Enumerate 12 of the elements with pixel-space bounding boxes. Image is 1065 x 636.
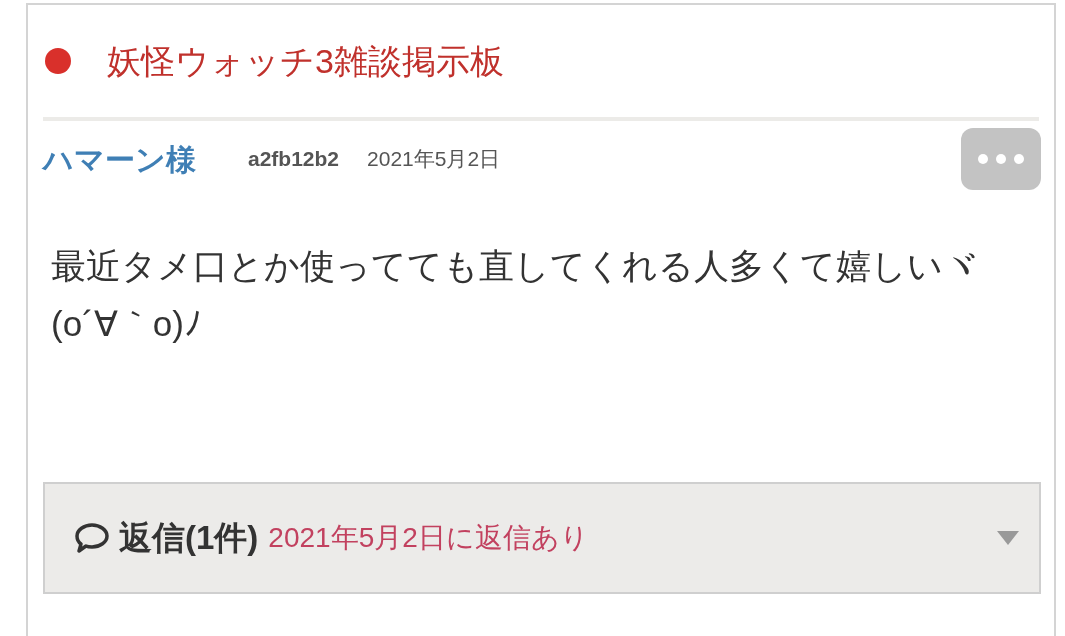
replies-label: 返信(1件): [119, 518, 259, 559]
author-name[interactable]: ハマーン様: [43, 136, 196, 182]
post-date: 2021年5月2日: [367, 146, 501, 173]
board-title[interactable]: 妖怪ウォッチ3雑談掲示板: [107, 35, 504, 87]
post-body: 最近タメ口とか使ってても直してくれる人多くて嬉しいヾ(o´∀｀o)ﾉ: [50, 245, 979, 345]
speech-bubble-icon: [73, 521, 111, 555]
caret-icon: [997, 531, 1019, 545]
user-id: a2fb12b2: [248, 146, 340, 173]
last-reply-date: 2021年5月2日に返信あり: [268, 521, 589, 555]
more-button[interactable]: [961, 128, 1041, 190]
more-icon: [978, 154, 1024, 164]
replies-toggle[interactable]: 返信(1件) 2021年5月2日に返信あり: [43, 482, 1041, 594]
